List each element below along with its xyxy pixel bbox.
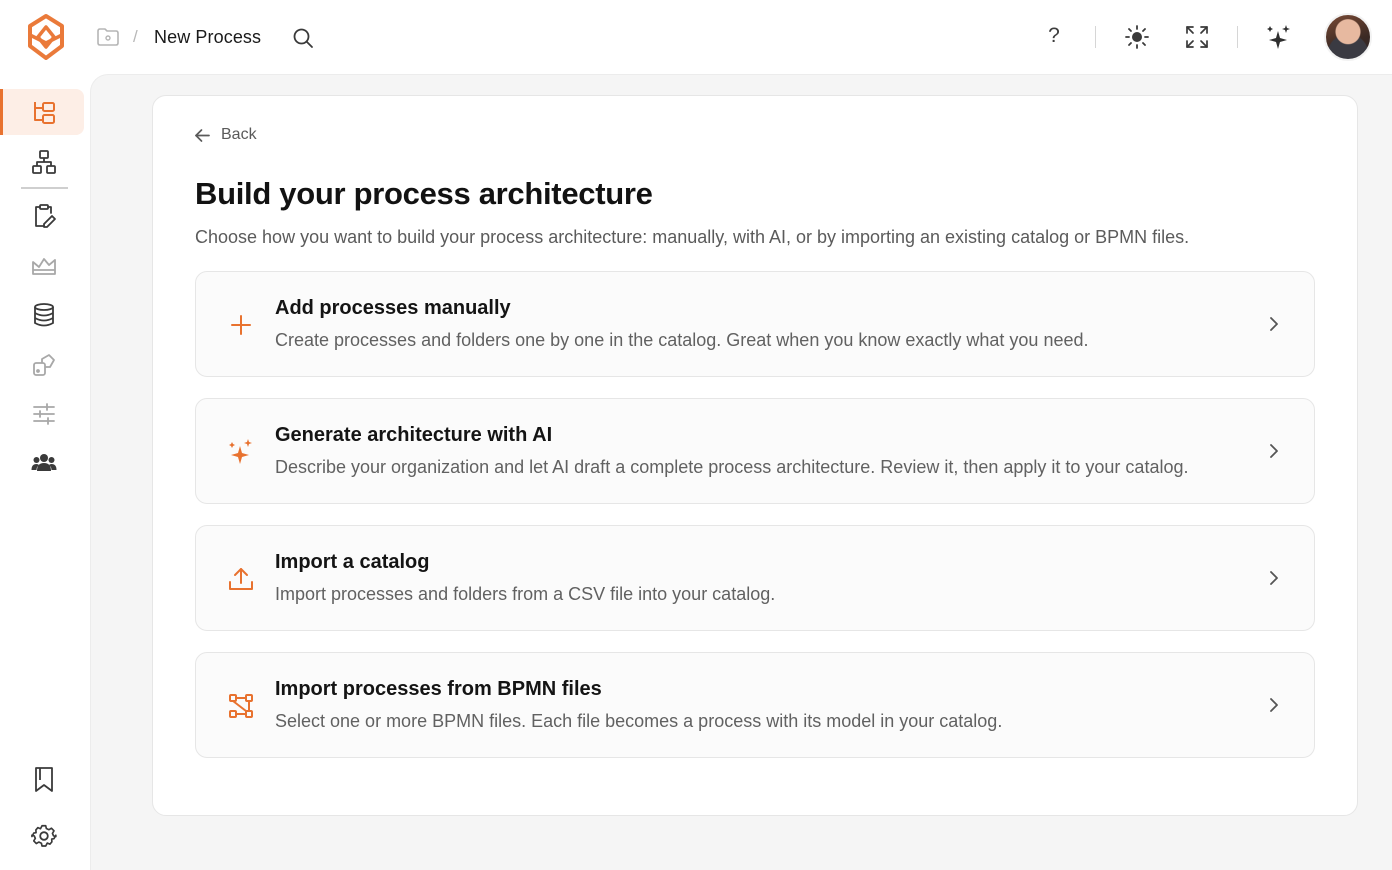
- chevron-right-icon: [1270, 444, 1278, 458]
- upload-icon: [229, 568, 253, 590]
- sidebar-item-settings[interactable]: [0, 813, 84, 859]
- plus-icon: [231, 315, 251, 335]
- search-icon[interactable]: [291, 26, 315, 50]
- option-description: Select one or more BPMN files. Each file…: [275, 711, 1003, 731]
- sidebar-item-integrations[interactable]: [0, 342, 84, 388]
- users-icon: [31, 454, 57, 471]
- page-title: New Process: [154, 27, 262, 47]
- org-chart-icon: [32, 150, 56, 174]
- integrations-icon: [33, 354, 55, 376]
- sidebar-item-bookmarks[interactable]: [0, 756, 84, 802]
- arrow-left-icon: [195, 128, 210, 142]
- sliders-icon: [33, 403, 55, 425]
- option-generate-ai[interactable]: Generate architecture with AI Describe y…: [195, 398, 1315, 504]
- sparkle-icon[interactable]: [1265, 23, 1291, 51]
- option-title: Import a catalog: [275, 551, 430, 573]
- help-icon[interactable]: ?: [1043, 24, 1065, 48]
- sidebar-item-data[interactable]: [0, 292, 84, 338]
- sidebar-item-catalog[interactable]: [0, 89, 84, 135]
- sidebar-item-users[interactable]: [0, 440, 84, 486]
- divider: [1095, 26, 1096, 48]
- avatar[interactable]: [1324, 13, 1372, 61]
- option-import-catalog[interactable]: Import a catalog Import processes and fo…: [195, 525, 1315, 631]
- option-description: Create processes and folders one by one …: [275, 330, 1089, 350]
- sidebar-item-settings-sliders[interactable]: [0, 391, 84, 437]
- chevron-right-icon: [1270, 571, 1278, 585]
- page-subtitle: Choose how you want to build your proces…: [195, 227, 1190, 247]
- top-bar: / New Process ?: [0, 0, 1392, 74]
- expand-icon[interactable]: [1184, 24, 1210, 50]
- sidebar: [0, 74, 90, 870]
- breadcrumb-separator: /: [133, 27, 138, 46]
- option-description: Import processes and folders from a CSV …: [275, 584, 776, 604]
- option-description: Describe your organization and let AI dr…: [275, 457, 1189, 477]
- database-icon: [34, 303, 54, 327]
- sun-icon[interactable]: [1124, 24, 1150, 50]
- settings-icon: [31, 824, 57, 847]
- page-heading: Build your process architecture: [195, 176, 653, 211]
- sparkle-icon: [229, 439, 252, 464]
- sidebar-divider: [21, 187, 68, 189]
- landscape-icon: [32, 258, 56, 275]
- option-title: Generate architecture with AI: [275, 424, 553, 446]
- bpmn-icon: [229, 694, 253, 718]
- folder-icon[interactable]: [96, 26, 120, 48]
- divider: [1237, 26, 1238, 48]
- chevron-right-icon: [1270, 317, 1278, 331]
- back-label: Back: [221, 126, 257, 143]
- bookmark-icon: [35, 767, 53, 792]
- back-button[interactable]: Back: [194, 125, 257, 145]
- option-import-bpmn[interactable]: Import processes from BPMN files Select …: [195, 652, 1315, 758]
- clipboard-edit-icon: [35, 204, 56, 228]
- app-logo-icon[interactable]: [24, 13, 68, 61]
- chevron-right-icon: [1270, 698, 1278, 712]
- option-add-manually[interactable]: Add processes manually Create processes …: [195, 271, 1315, 377]
- option-title: Add processes manually: [275, 297, 511, 319]
- catalog-tree-icon: [34, 102, 55, 124]
- sidebar-item-landscape[interactable]: [0, 243, 84, 289]
- option-title: Import processes from BPMN files: [275, 678, 602, 700]
- sidebar-item-tasks[interactable]: [0, 193, 84, 239]
- sidebar-item-org-chart[interactable]: [0, 139, 84, 185]
